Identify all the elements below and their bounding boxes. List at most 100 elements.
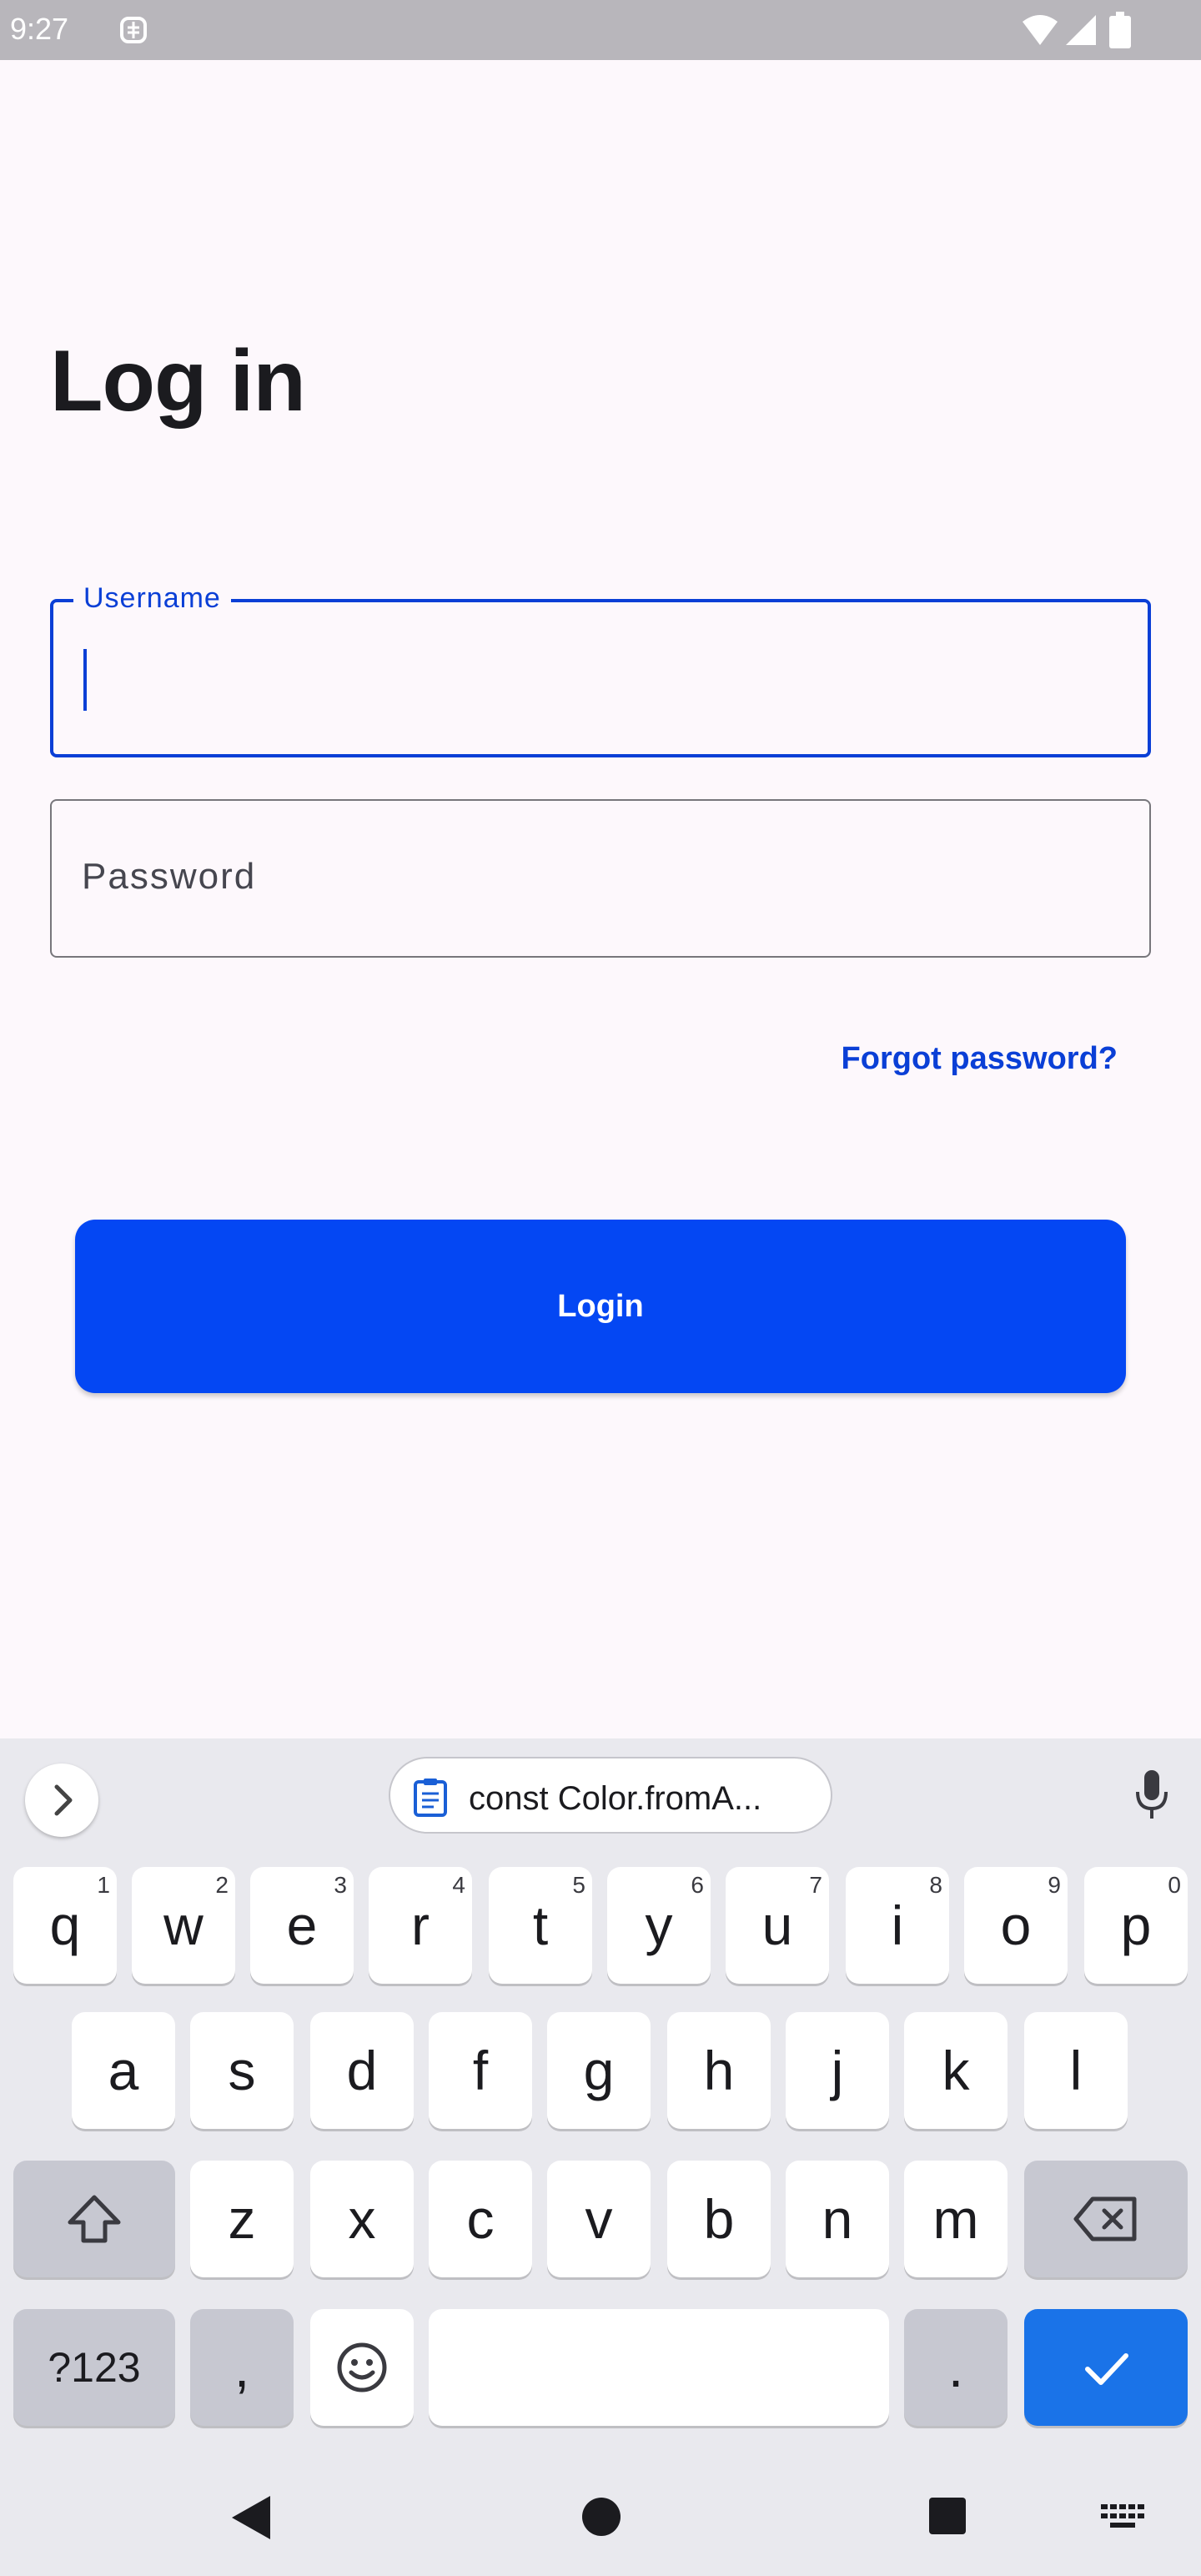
key-hint: 4 [452, 1872, 465, 1898]
key-g[interactable]: g [547, 2012, 651, 2129]
microphone-icon[interactable] [1133, 1768, 1171, 1822]
key-hint: 1 [97, 1872, 110, 1898]
period-key[interactable]: . [904, 2309, 1008, 2426]
back-icon[interactable] [230, 2494, 272, 2541]
username-field[interactable]: Username [50, 582, 1151, 757]
key-hint: 9 [1048, 1872, 1061, 1898]
key-hint: 3 [334, 1872, 347, 1898]
key-j[interactable]: j [786, 2012, 889, 2129]
key-b[interactable]: b [667, 2161, 771, 2277]
key-u[interactable]: u7 [726, 1867, 829, 1984]
key-label: x [348, 2188, 376, 2250]
key-p[interactable]: p0 [1084, 1867, 1188, 1984]
key-w[interactable]: w2 [132, 1867, 235, 1984]
username-label: Username [73, 582, 231, 615]
key-label: f [472, 2040, 489, 2101]
key-label: l [1069, 2040, 1083, 2101]
key-label: h [703, 2040, 735, 2101]
key-c[interactable]: c [429, 2161, 532, 2277]
key-label: p [1120, 1894, 1152, 1956]
password-field[interactable]: Password [50, 799, 1151, 958]
keyboard-expand-button[interactable] [25, 1763, 98, 1837]
done-key[interactable] [1024, 2309, 1188, 2426]
key-r[interactable]: r4 [369, 1867, 472, 1984]
key-f[interactable]: f [429, 2012, 532, 2129]
clipboard-icon [414, 1779, 447, 1817]
key-l[interactable]: l [1024, 2012, 1128, 2129]
key-hint: 8 [929, 1872, 942, 1898]
key-label: w [163, 1894, 204, 1956]
key-h[interactable]: h [667, 2012, 771, 2129]
key-label: v [585, 2188, 613, 2250]
key-label: b [703, 2188, 735, 2250]
password-placeholder: Password [82, 856, 257, 897]
key-hint: 5 [572, 1872, 585, 1898]
key-z[interactable]: z [190, 2161, 294, 2277]
key-e[interactable]: e3 [250, 1867, 354, 1984]
login-button[interactable]: Login [75, 1220, 1126, 1393]
clipboard-suggestion[interactable]: const Color.fromA... [389, 1757, 832, 1834]
key-n[interactable]: n [786, 2161, 889, 2277]
key-label: d [346, 2040, 378, 2101]
backspace-key[interactable] [1024, 2161, 1188, 2277]
wifi-icon [1023, 15, 1058, 45]
key-m[interactable]: m [904, 2161, 1008, 2277]
battery-icon [1109, 12, 1131, 48]
recents-icon[interactable] [929, 2498, 966, 2534]
keyboard-icon[interactable] [1101, 2504, 1144, 2529]
key-hint: 7 [809, 1872, 822, 1898]
page-title: Log in [50, 333, 306, 430]
key-label: i [891, 1894, 904, 1956]
key-hint: 2 [215, 1872, 229, 1898]
key-hint: 0 [1168, 1872, 1181, 1898]
status-time: 9:27 [10, 12, 69, 46]
key-i[interactable]: i8 [846, 1867, 949, 1984]
key-label: y [645, 1894, 673, 1956]
status-bar: 9:27 [0, 0, 1201, 60]
home-icon[interactable] [582, 2498, 621, 2536]
key-q[interactable]: q1 [13, 1867, 117, 1984]
key-label: o [1000, 1894, 1032, 1956]
comma-key[interactable]: , [190, 2309, 294, 2426]
signal-icon [1066, 15, 1096, 45]
space-key[interactable] [429, 2309, 889, 2426]
key-label: m [932, 2188, 979, 2250]
key-label: s [228, 2040, 256, 2101]
key-s[interactable]: s [190, 2012, 294, 2129]
keyboard: const Color.fromA... q1 w2 e3 r4 t5 y6 u… [0, 1738, 1201, 2576]
key-hint: 6 [691, 1872, 704, 1898]
key-k[interactable]: k [904, 2012, 1008, 2129]
key-t[interactable]: t5 [489, 1867, 592, 1984]
key-label: c [466, 2188, 495, 2250]
key-label: , [234, 2337, 250, 2398]
key-d[interactable]: d [310, 2012, 414, 2129]
key-label: . [947, 2337, 964, 2398]
key-label: z [228, 2188, 256, 2250]
shift-icon [68, 2195, 121, 2243]
key-x[interactable]: x [310, 2161, 414, 2277]
key-label: ?123 [48, 2344, 141, 2391]
key-o[interactable]: o9 [964, 1867, 1068, 1984]
key-label: u [761, 1894, 793, 1956]
backspace-icon [1073, 2196, 1137, 2241]
symbols-key[interactable]: ?123 [13, 2309, 175, 2426]
key-a[interactable]: a [72, 2012, 175, 2129]
shift-key[interactable] [13, 2161, 175, 2277]
emoji-icon [337, 2342, 387, 2392]
text-caret [83, 649, 87, 711]
forgot-password-link[interactable]: Forgot password? [842, 1041, 1118, 1077]
key-v[interactable]: v [547, 2161, 651, 2277]
key-label: e [286, 1894, 318, 1956]
key-y[interactable]: y6 [607, 1867, 711, 1984]
key-label: r [411, 1894, 430, 1956]
checkmark-icon [1085, 2353, 1128, 2385]
chevron-right-icon [54, 1784, 73, 1816]
emoji-key[interactable] [310, 2309, 414, 2426]
key-label: t [532, 1894, 549, 1956]
key-label: j [831, 2040, 844, 2101]
key-label: a [108, 2040, 139, 2101]
key-label: k [942, 2040, 970, 2101]
key-label: n [822, 2188, 853, 2250]
app-sync-icon [120, 17, 147, 43]
key-label: q [49, 1894, 81, 1956]
